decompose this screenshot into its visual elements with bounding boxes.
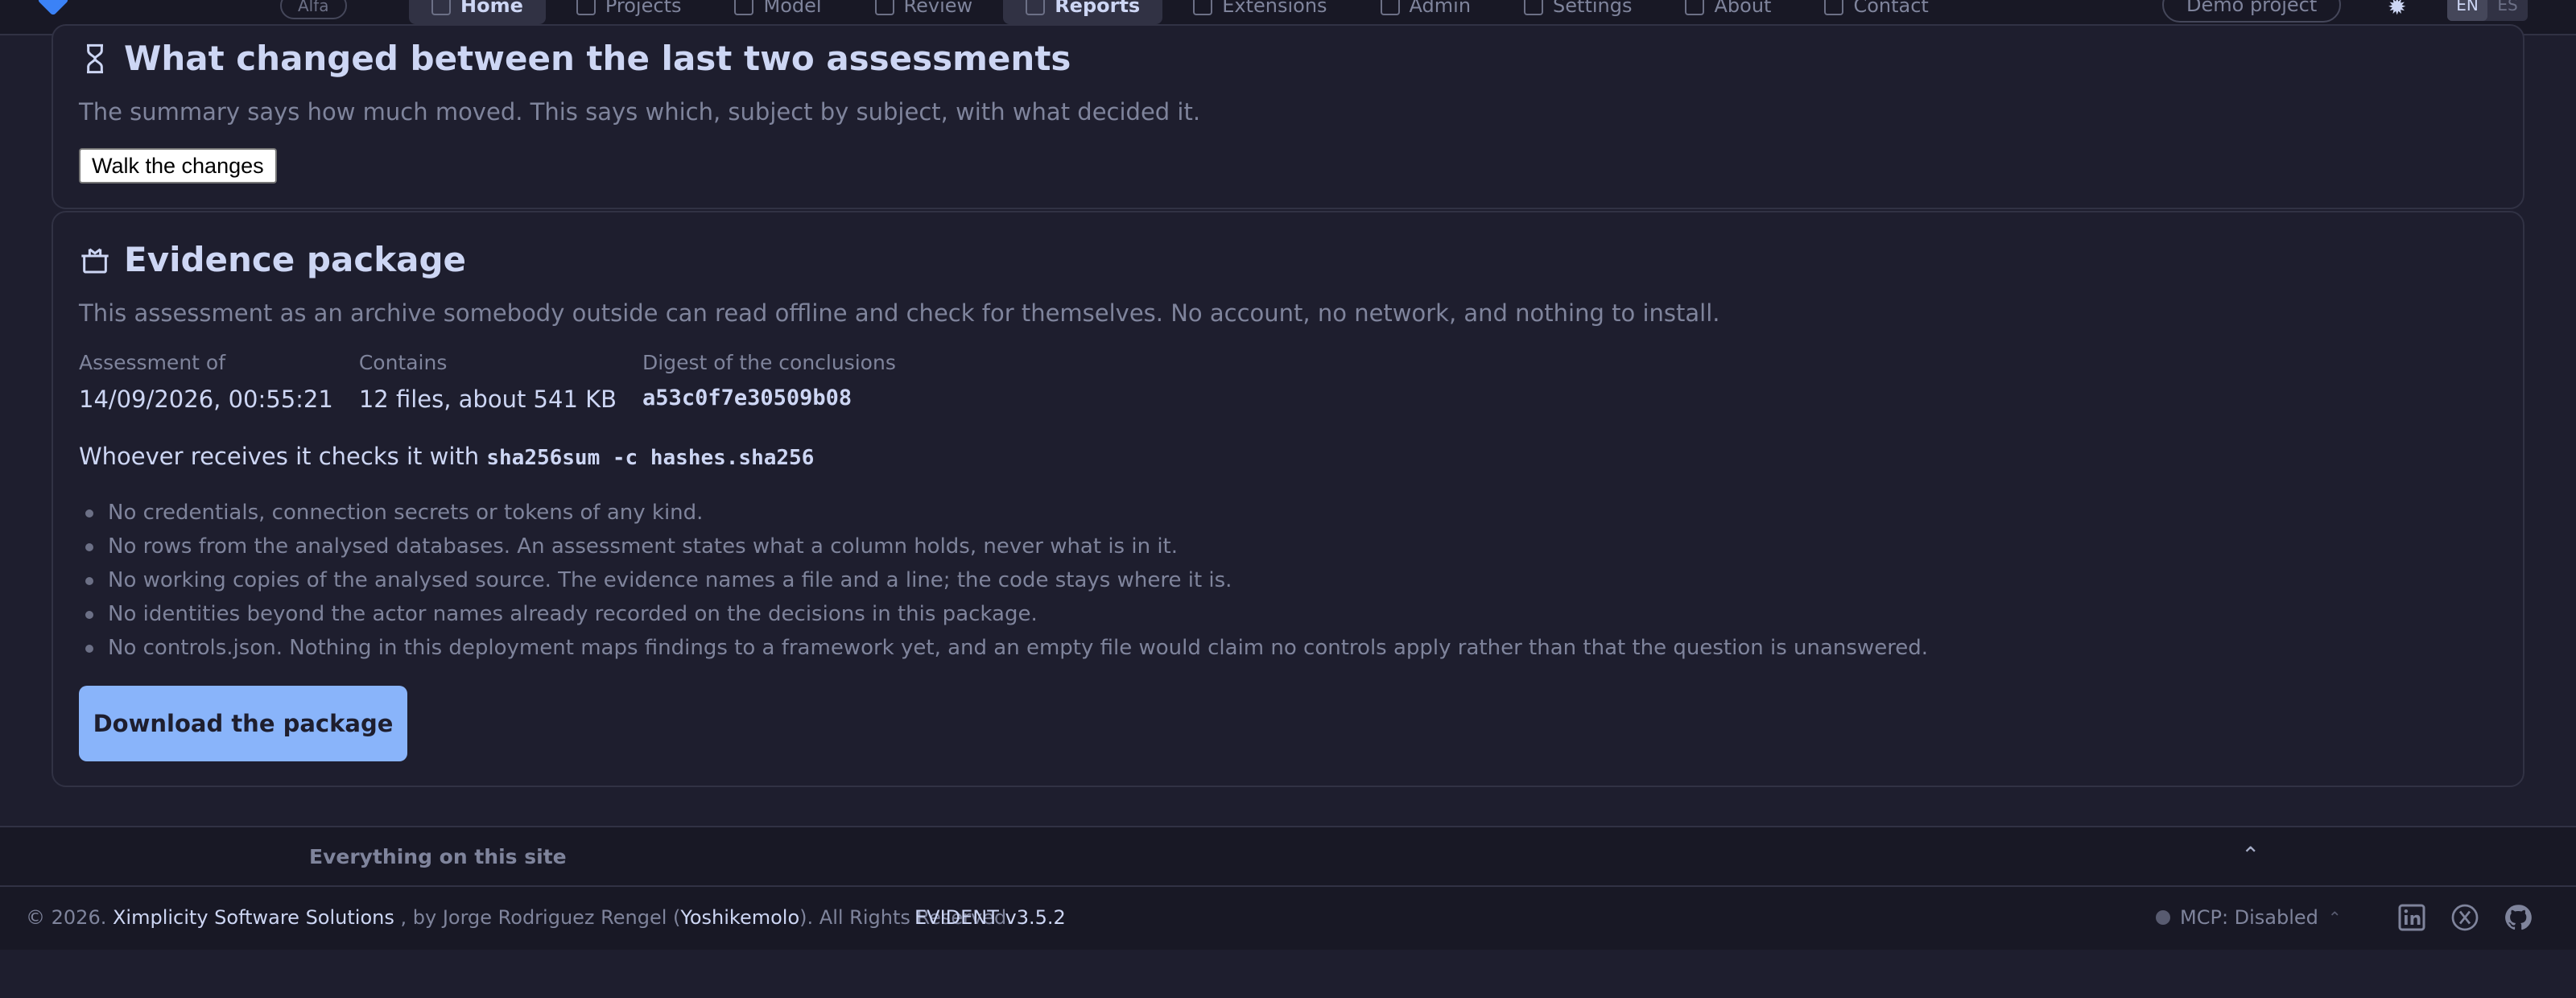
folder-icon (576, 0, 596, 15)
nav-item-label: About (1714, 0, 1772, 17)
copyright-prefix: © 2026. (26, 906, 107, 929)
copyright: © 2026. Ximplicity Software Solutions , … (26, 906, 1013, 929)
status-dot-icon (2156, 910, 2170, 925)
lang-en[interactable]: EN (2447, 0, 2487, 21)
info-icon (1685, 0, 1705, 15)
fact-label: Digest of the conclusions (642, 351, 896, 374)
nav-item-label: Projects (605, 0, 682, 17)
model-icon (734, 0, 754, 15)
nav-item-label: Extensions (1222, 0, 1327, 17)
changes-card-title: What changed between the last two assess… (124, 39, 1071, 78)
nav-item-projects[interactable]: Projects (554, 0, 704, 24)
package-icon (81, 247, 109, 273)
verify-prefix: Whoever receives it checks it with (79, 443, 480, 470)
mcp-status[interactable]: MCP: Disabled ⌃ (2156, 906, 2342, 929)
nav-item-review[interactable]: Review (852, 0, 996, 24)
extension-icon (1193, 0, 1213, 15)
home-icon (431, 0, 451, 15)
nav-item-label: Review (903, 0, 973, 17)
evidence-card-title: Evidence package (124, 240, 467, 279)
evidence-card-subtitle: This assessment as an archive somebody o… (79, 299, 1720, 327)
list-item: No identities beyond the actor names alr… (79, 597, 1928, 631)
mail-icon (1824, 0, 1844, 15)
lang-es[interactable]: ES (2487, 0, 2528, 21)
chevrons-up-icon: ⌃ (2327, 908, 2342, 927)
walk-changes-button[interactable]: Walk the changes (79, 148, 277, 184)
verify-command: sha256sum -c hashes.sha256 (486, 446, 815, 470)
hourglass-icon (87, 43, 103, 73)
environment-badge: Alfa (280, 0, 347, 19)
page-bottom (0, 950, 2576, 998)
package-facts: Assessment of 14/09/2026, 00:55:21 Conta… (79, 351, 896, 413)
language-switch: EN ES (2447, 0, 2528, 21)
evidence-card-header: Evidence package (79, 240, 466, 279)
social-links (2397, 903, 2533, 932)
nav-item-settings[interactable]: Settings (1501, 0, 1654, 24)
review-icon (874, 0, 894, 15)
nav-item-label: Settings (1553, 0, 1633, 17)
app-logo-icon[interactable] (37, 0, 69, 16)
fact-label: Assessment of (79, 351, 226, 374)
list-item: No working copies of the analysed source… (79, 563, 1928, 597)
admin-icon (1380, 0, 1400, 15)
fact-value: 12 files, about 541 KB (358, 386, 617, 413)
linkedin-icon[interactable] (2397, 903, 2426, 932)
nav-item-reports[interactable]: Reports (1003, 0, 1163, 24)
nav-item-extensions[interactable]: Extensions (1170, 0, 1349, 24)
fact-assessment-of: Assessment of 14/09/2026, 00:55:21 (79, 351, 333, 413)
fact-digest: Digest of the conclusions a53c0f7e30509b… (642, 351, 896, 413)
fact-label: Contains (358, 351, 448, 374)
fact-value: 14/09/2026, 00:55:21 (79, 386, 333, 413)
nav-items: Home Projects Model Review Reports Exten… (409, 0, 1951, 24)
demo-project-button[interactable]: Demo project (2162, 0, 2342, 23)
nav-item-label: Home (460, 0, 523, 17)
changes-card: What changed between the last two assess… (52, 24, 2524, 209)
sitemap-label: Everything on this site (309, 845, 567, 868)
evidence-card: Evidence package This assessment as an a… (52, 211, 2524, 787)
theme-toggle-icon[interactable]: ✹ (2388, 0, 2413, 20)
nav-item-label: Contact (1853, 0, 1929, 17)
verify-instructions: Whoever receives it checks it with sha25… (79, 443, 814, 470)
list-item: No controls.json. Nothing in this deploy… (79, 631, 1928, 665)
nav-item-label: Admin (1409, 0, 1472, 17)
digest-value: a53c0f7e30509b08 (642, 386, 852, 410)
download-package-button[interactable]: Download the package (79, 686, 407, 761)
ximplicity-logo-icon[interactable] (2450, 903, 2479, 932)
github-icon[interactable] (2504, 903, 2533, 932)
version-label: EVIDENT v3.5.2 (914, 906, 1066, 929)
nav-item-label: Reports (1055, 0, 1141, 17)
footer: © 2026. Ximplicity Software Solutions , … (0, 887, 2576, 950)
changes-card-subtitle: The summary says how much moved. This sa… (79, 98, 1201, 126)
nav-item-home[interactable]: Home (409, 0, 546, 24)
company-link[interactable]: Ximplicity Software Solutions (113, 906, 394, 929)
nav-item-contact[interactable]: Contact (1802, 0, 1951, 24)
nav-item-label: Model (763, 0, 822, 17)
mcp-status-label: MCP: Disabled (2180, 906, 2318, 929)
list-item: No rows from the analysed databases. An … (79, 530, 1928, 563)
gear-icon (1524, 0, 1544, 15)
fact-contains: Contains 12 files, about 541 KB (359, 351, 617, 413)
exclusions-list: No credentials, connection secrets or to… (79, 496, 1928, 665)
report-icon (1026, 0, 1046, 15)
nav-item-about[interactable]: About (1662, 0, 1794, 24)
chevron-up-icon[interactable]: ⌃ (2241, 842, 2260, 868)
changes-card-header: What changed between the last two assess… (79, 39, 1071, 78)
handle-link[interactable]: Yoshikemolo (680, 906, 799, 929)
nav-item-admin[interactable]: Admin (1358, 0, 1494, 24)
nav-item-model[interactable]: Model (712, 0, 844, 24)
sitemap-bar[interactable]: Everything on this site ⌃ (0, 826, 2576, 887)
by-text: , by Jorge Rodriguez Rengel ( (400, 906, 681, 929)
list-item: No credentials, connection secrets or to… (79, 496, 1928, 530)
